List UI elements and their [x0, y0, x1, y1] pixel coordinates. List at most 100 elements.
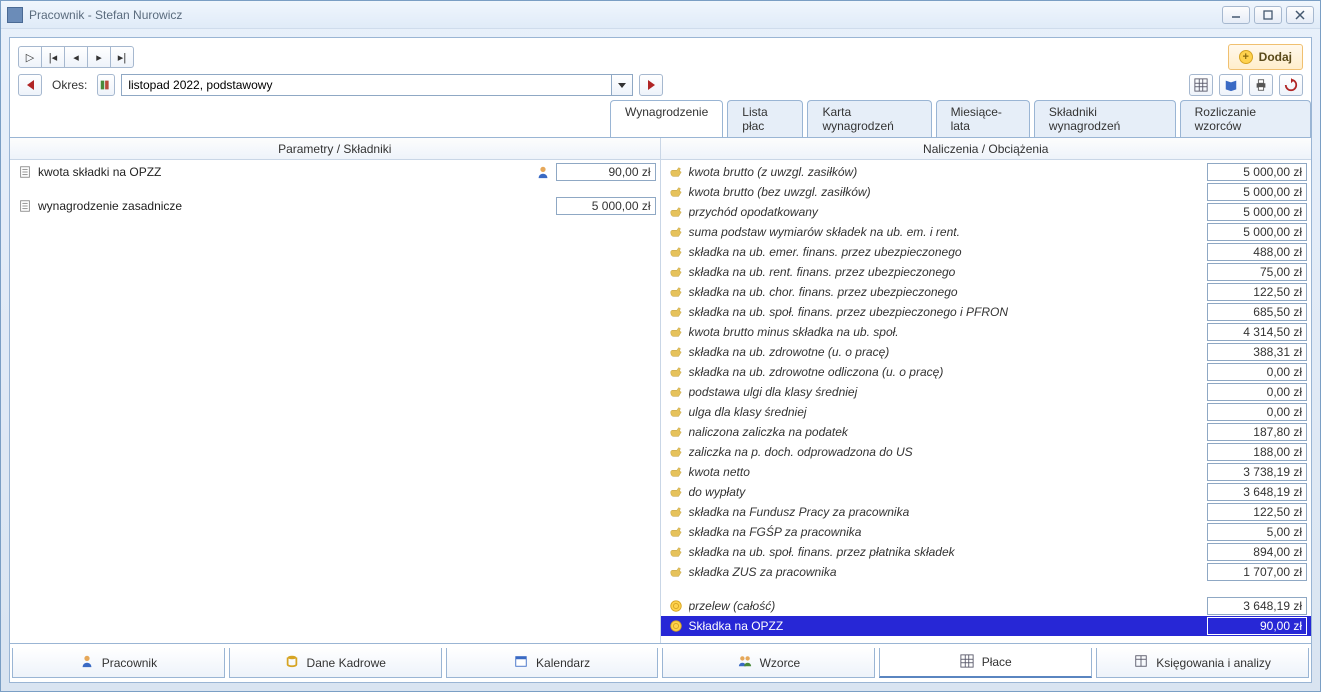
tab-lista-plac[interactable]: Lista płac [727, 100, 803, 137]
tab-skladniki-wynagrodzen[interactable]: Składniki wynagrodzeń [1034, 100, 1176, 137]
calc-row[interactable]: kwota netto3 738,19 zł [661, 462, 1312, 482]
left-rows-container: kwota składki na OPZZ 90,00 zł wynagrodzen… [10, 160, 660, 643]
calc-value: 187,80 zł [1207, 423, 1307, 441]
calc-row[interactable]: kwota brutto minus składka na ub. społ.4… [661, 322, 1312, 342]
calc-row[interactable]: składka na ub. chor. finans. przez ubezp… [661, 282, 1312, 302]
calc-row[interactable]: ulga dla klasy średniej0,00 zł [661, 402, 1312, 422]
calendar-icon [514, 654, 528, 671]
right-column: Naliczenia / Obciążenia kwota brutto (z … [661, 138, 1312, 643]
calc-value: 5 000,00 zł [1207, 203, 1307, 221]
calc-row[interactable]: składka na ub. społ. finans. przez płatn… [661, 542, 1312, 562]
document-icon [18, 199, 32, 213]
calc-value: 488,00 zł [1207, 243, 1307, 261]
tab-miesiace-lata[interactable]: Miesiące-lata [936, 100, 1030, 137]
param-row[interactable]: kwota składki na OPZZ 90,00 zł [10, 162, 660, 182]
bottom-tab-label: Księgowania i analizy [1156, 656, 1271, 670]
calc-row[interactable]: przychód opodatkowany5 000,00 zł [661, 202, 1312, 222]
calc-row[interactable]: składka na ub. emer. finans. przez ubezp… [661, 242, 1312, 262]
window-title: Pracownik - Stefan Nurowicz [29, 8, 182, 22]
bottom-tab-wzorce[interactable]: Wzorce [662, 648, 875, 678]
tab-wynagrodzenie[interactable]: Wynagrodzenie [610, 100, 723, 137]
calc-row[interactable]: Składka na OPZZ90,00 zł [661, 616, 1312, 636]
nav-next-button[interactable]: ▸ [87, 46, 111, 68]
calc-row[interactable]: przelew (całość)3 648,19 zł [661, 596, 1312, 616]
calc-row[interactable]: składka na FGŚP za pracownika5,00 zł [661, 522, 1312, 542]
param-row[interactable]: wynagrodzenie zasadnicze 5 000,00 zł [10, 196, 660, 216]
tab-karta-wynagrodzen[interactable]: Karta wynagrodzeń [807, 100, 931, 137]
calc-value: 5 000,00 zł [1207, 223, 1307, 241]
maximize-button[interactable] [1254, 6, 1282, 24]
hand-icon [669, 345, 683, 359]
param-value[interactable]: 90,00 zł [556, 163, 656, 181]
calc-row[interactable]: składka ZUS za pracownika1 707,00 zł [661, 562, 1312, 582]
calc-value: 75,00 zł [1207, 263, 1307, 281]
period-group: Okres: [18, 74, 663, 96]
hand-icon [669, 525, 683, 539]
book-icon [1134, 654, 1148, 671]
bottom-tab-pracownik[interactable]: Pracownik [12, 648, 225, 678]
period-dropdown-toggle[interactable] [611, 74, 633, 96]
hand-icon [669, 205, 683, 219]
database-icon [285, 654, 299, 671]
refresh-icon[interactable] [1279, 74, 1303, 96]
print-icon[interactable] [1249, 74, 1273, 96]
book-icon[interactable] [1219, 74, 1243, 96]
calc-label: podstawa ulgi dla klasy średniej [689, 385, 1202, 399]
calc-value: 685,50 zł [1207, 303, 1307, 321]
calc-row[interactable]: składka na ub. zdrowotne odliczona (u. o… [661, 362, 1312, 382]
grid-icon [960, 654, 974, 671]
calc-value: 3 648,19 zł [1207, 483, 1307, 501]
nav-play-button[interactable]: ▷ [18, 46, 42, 68]
calc-value: 5,00 zł [1207, 523, 1307, 541]
nav-last-button[interactable]: ▸| [110, 46, 134, 68]
grid-icon[interactable] [1189, 74, 1213, 96]
calc-row[interactable]: składka na ub. społ. finans. przez ubezp… [661, 302, 1312, 322]
nav-first-button[interactable]: |◂ [41, 46, 65, 68]
period-input[interactable] [121, 74, 611, 96]
add-button[interactable]: + Dodaj [1228, 44, 1303, 70]
hand-icon [669, 465, 683, 479]
hand-icon [669, 385, 683, 399]
calc-value: 5 000,00 zł [1207, 183, 1307, 201]
hand-icon [669, 185, 683, 199]
calc-label: składka na ub. rent. finans. przez ubezp… [689, 265, 1202, 279]
calc-label: naliczona zaliczka na podatek [689, 425, 1202, 439]
bottom-tab-ksiegowania[interactable]: Księgowania i analizy [1096, 648, 1309, 678]
calc-row[interactable]: do wypłaty3 648,19 zł [661, 482, 1312, 502]
right-tool-icons [1189, 74, 1303, 96]
calc-label: ulga dla klasy średniej [689, 405, 1202, 419]
minimize-button[interactable] [1222, 6, 1250, 24]
calc-row[interactable]: zaliczka na p. doch. odprowadzona do US1… [661, 442, 1312, 462]
calc-row[interactable]: kwota brutto (bez uwzgl. zasiłków)5 000,… [661, 182, 1312, 202]
tab-rozliczanie-wzorcow[interactable]: Rozliczanie wzorców [1180, 100, 1311, 137]
calc-value: 894,00 zł [1207, 543, 1307, 561]
coin-icon [669, 599, 683, 613]
bottom-tab-label: Kalendarz [536, 656, 590, 670]
right-column-header: Naliczenia / Obciążenia [661, 138, 1312, 160]
calc-label: kwota brutto (z uwzgl. zasiłków) [689, 165, 1202, 179]
calc-row[interactable]: kwota brutto (z uwzgl. zasiłków)5 000,00… [661, 162, 1312, 182]
param-label: wynagrodzenie zasadnicze [38, 199, 550, 213]
nav-prev-button[interactable]: ◂ [64, 46, 88, 68]
calc-row[interactable]: podstawa ulgi dla klasy średniej0,00 zł [661, 382, 1312, 402]
period-prev-button[interactable] [18, 74, 42, 96]
calc-row[interactable]: suma podstaw wymiarów składek na ub. em.… [661, 222, 1312, 242]
hand-icon [669, 325, 683, 339]
calc-value: 3 738,19 zł [1207, 463, 1307, 481]
plus-icon: + [1239, 50, 1253, 64]
bottom-tab-label: Płace [982, 655, 1012, 669]
calc-value: 1 707,00 zł [1207, 563, 1307, 581]
calc-row[interactable]: składka na ub. rent. finans. przez ubezp… [661, 262, 1312, 282]
calc-row[interactable]: składka na ub. zdrowotne (u. o pracę)388… [661, 342, 1312, 362]
bottom-tab-kalendarz[interactable]: Kalendarz [446, 648, 659, 678]
bottom-tab-place[interactable]: Płace [879, 648, 1092, 678]
close-button[interactable] [1286, 6, 1314, 24]
param-value[interactable]: 5 000,00 zł [556, 197, 656, 215]
document-icon [18, 165, 32, 179]
bottom-tab-dane-kadrowe[interactable]: Dane Kadrowe [229, 648, 442, 678]
param-label: kwota składki na OPZZ [38, 165, 530, 179]
calc-row[interactable]: składka na Fundusz Pracy za pracownika12… [661, 502, 1312, 522]
calc-row[interactable]: naliczona zaliczka na podatek 187,80 zł [661, 422, 1312, 442]
period-next-button[interactable] [639, 74, 663, 96]
period-pick-button[interactable] [97, 74, 115, 96]
